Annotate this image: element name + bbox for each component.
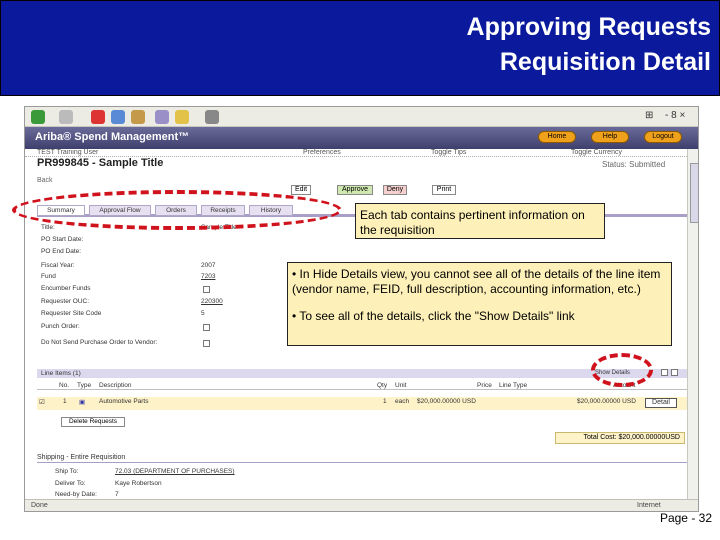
browser-status-bar: Done Internet xyxy=(25,499,698,511)
col-price: Price xyxy=(477,382,492,389)
hide-details-note: • In Hide Details view, you cannot see a… xyxy=(292,267,661,296)
field-value[interactable]: 220300 xyxy=(201,298,223,305)
field-value[interactable]: 7203 xyxy=(201,273,215,280)
col-no: No. xyxy=(59,382,70,389)
back-arrow-icon[interactable] xyxy=(31,110,45,124)
windows-logo-icon: ⊞ xyxy=(645,110,654,121)
toggle-tips-link[interactable]: Toggle Tips xyxy=(431,149,466,156)
scrollbar[interactable] xyxy=(687,149,698,499)
line-items-title: Line Items (1) xyxy=(41,370,81,377)
expand-icon[interactable] xyxy=(671,369,678,376)
col-type: Type xyxy=(77,382,92,389)
field-label: Requester OUC: xyxy=(41,298,90,305)
show-details-highlight-ring xyxy=(591,353,653,387)
ship-to-value[interactable]: 72.03 (DEPARTMENT OF PURCHASES) xyxy=(115,468,235,475)
delete-requests-button[interactable]: Delete Requests xyxy=(61,417,125,427)
ariba-logo: Ariba® Spend Management™ xyxy=(35,131,190,143)
field-label: Fiscal Year: xyxy=(41,262,75,269)
field-label: PO End Date: xyxy=(41,248,82,255)
back-link[interactable]: Back xyxy=(37,177,53,184)
row-checkbox[interactable]: ☑ xyxy=(39,398,45,406)
do-not-send-checkbox[interactable] xyxy=(203,340,210,347)
punch-order-checkbox[interactable] xyxy=(203,324,210,331)
status-done: Done xyxy=(31,502,48,509)
details-callout: • In Hide Details view, you cannot see a… xyxy=(287,262,672,346)
row-unit: each xyxy=(395,398,410,405)
show-details-note: • To see all of the details, click the "… xyxy=(292,309,575,323)
tabs-highlight-ring xyxy=(12,190,342,230)
field-label: Requester Site Code xyxy=(41,310,102,317)
table-row: ☑ 1 ▣ Automotive Parts 1 each $20,000.00… xyxy=(37,397,687,410)
refresh-icon[interactable] xyxy=(111,110,125,124)
ship-to-label: Ship To: xyxy=(55,468,79,475)
row-description: Automotive Parts xyxy=(99,398,149,405)
tabs-callout: Each tab contains pertinent information … xyxy=(355,203,605,239)
slide-header: Approving Requests Requisition Detail xyxy=(0,0,720,96)
user-name: TEST Training User xyxy=(37,149,99,156)
search-icon[interactable] xyxy=(155,110,169,124)
ariba-nav-bar: Ariba® Spend Management™ Home Help Logou… xyxy=(25,127,698,149)
home-icon[interactable] xyxy=(131,110,145,124)
slide-title-line2: Requisition Detail xyxy=(499,48,711,76)
field-label: Encumber Funds xyxy=(41,285,91,292)
item-type-icon: ▣ xyxy=(79,399,86,406)
field-label: Title: xyxy=(41,224,55,231)
shipping-header: Shipping - Entire Requisition xyxy=(37,454,687,463)
browser-toolbar: ⊞ - 8 × xyxy=(25,107,698,127)
approve-button[interactable]: Approve xyxy=(337,185,373,195)
help-button[interactable]: Help xyxy=(591,131,629,143)
deliver-to-label: Deliver To: xyxy=(55,480,86,487)
print-icon[interactable] xyxy=(205,110,219,124)
scrollbar-thumb[interactable] xyxy=(690,163,698,223)
need-by-value: 7 xyxy=(115,491,119,498)
field-label: Do Not Send Purchase Order to Vendor: xyxy=(41,339,158,346)
row-amount: $20,000.00000 USD xyxy=(577,398,636,405)
col-unit: Unit xyxy=(395,382,407,389)
deny-button[interactable]: Deny xyxy=(383,185,407,195)
expand-icon[interactable] xyxy=(661,369,668,376)
detail-button[interactable]: Detail xyxy=(645,398,677,408)
encumber-funds-checkbox[interactable] xyxy=(203,286,210,293)
logout-button[interactable]: Logout xyxy=(644,131,682,143)
favorites-icon[interactable] xyxy=(175,110,189,124)
home-button[interactable]: Home xyxy=(538,131,576,143)
row-qty: 1 xyxy=(383,398,387,405)
col-qty: Qty xyxy=(377,382,388,389)
window-controls[interactable]: - 8 × xyxy=(665,110,685,121)
total-cost: Total Cost: $20,000.00000USD xyxy=(555,432,685,444)
col-line-type: Line Type xyxy=(499,382,528,389)
slide-title-line1: Approving Requests xyxy=(466,13,711,41)
field-value: 2007 xyxy=(201,262,216,269)
row-price: $20,000.00000 USD xyxy=(417,398,476,405)
line-items-columns: No. Type Description Qty Unit Price Line… xyxy=(37,381,687,390)
field-label: Punch Order: xyxy=(41,323,80,330)
edit-button[interactable]: Edit xyxy=(291,185,311,195)
toggle-currency-link[interactable]: Toggle Currency xyxy=(571,149,622,156)
field-label: Fund xyxy=(41,273,56,280)
status-zone: Internet xyxy=(637,502,661,509)
stop-icon[interactable] xyxy=(91,110,105,124)
requisition-status: Status: Submitted xyxy=(602,160,666,169)
col-description: Description xyxy=(99,382,132,389)
need-by-label: Need-by Date: xyxy=(55,491,97,498)
print-button[interactable]: Print xyxy=(432,185,456,195)
preferences-link[interactable]: Preferences xyxy=(303,149,341,156)
page-number: Page - 32 xyxy=(659,511,712,525)
requisition-title: PR999845 - Sample Title xyxy=(37,157,164,169)
field-value: 5 xyxy=(201,310,205,317)
field-label: PO Start Date: xyxy=(41,236,84,243)
line-items-header: Line Items (1) xyxy=(37,369,687,378)
deliver-to-value: Kaye Robertson xyxy=(115,480,162,487)
user-bar: TEST Training User Preferences Toggle Ti… xyxy=(25,149,687,157)
forward-arrow-icon[interactable] xyxy=(59,110,73,124)
row-no: 1 xyxy=(63,398,67,405)
